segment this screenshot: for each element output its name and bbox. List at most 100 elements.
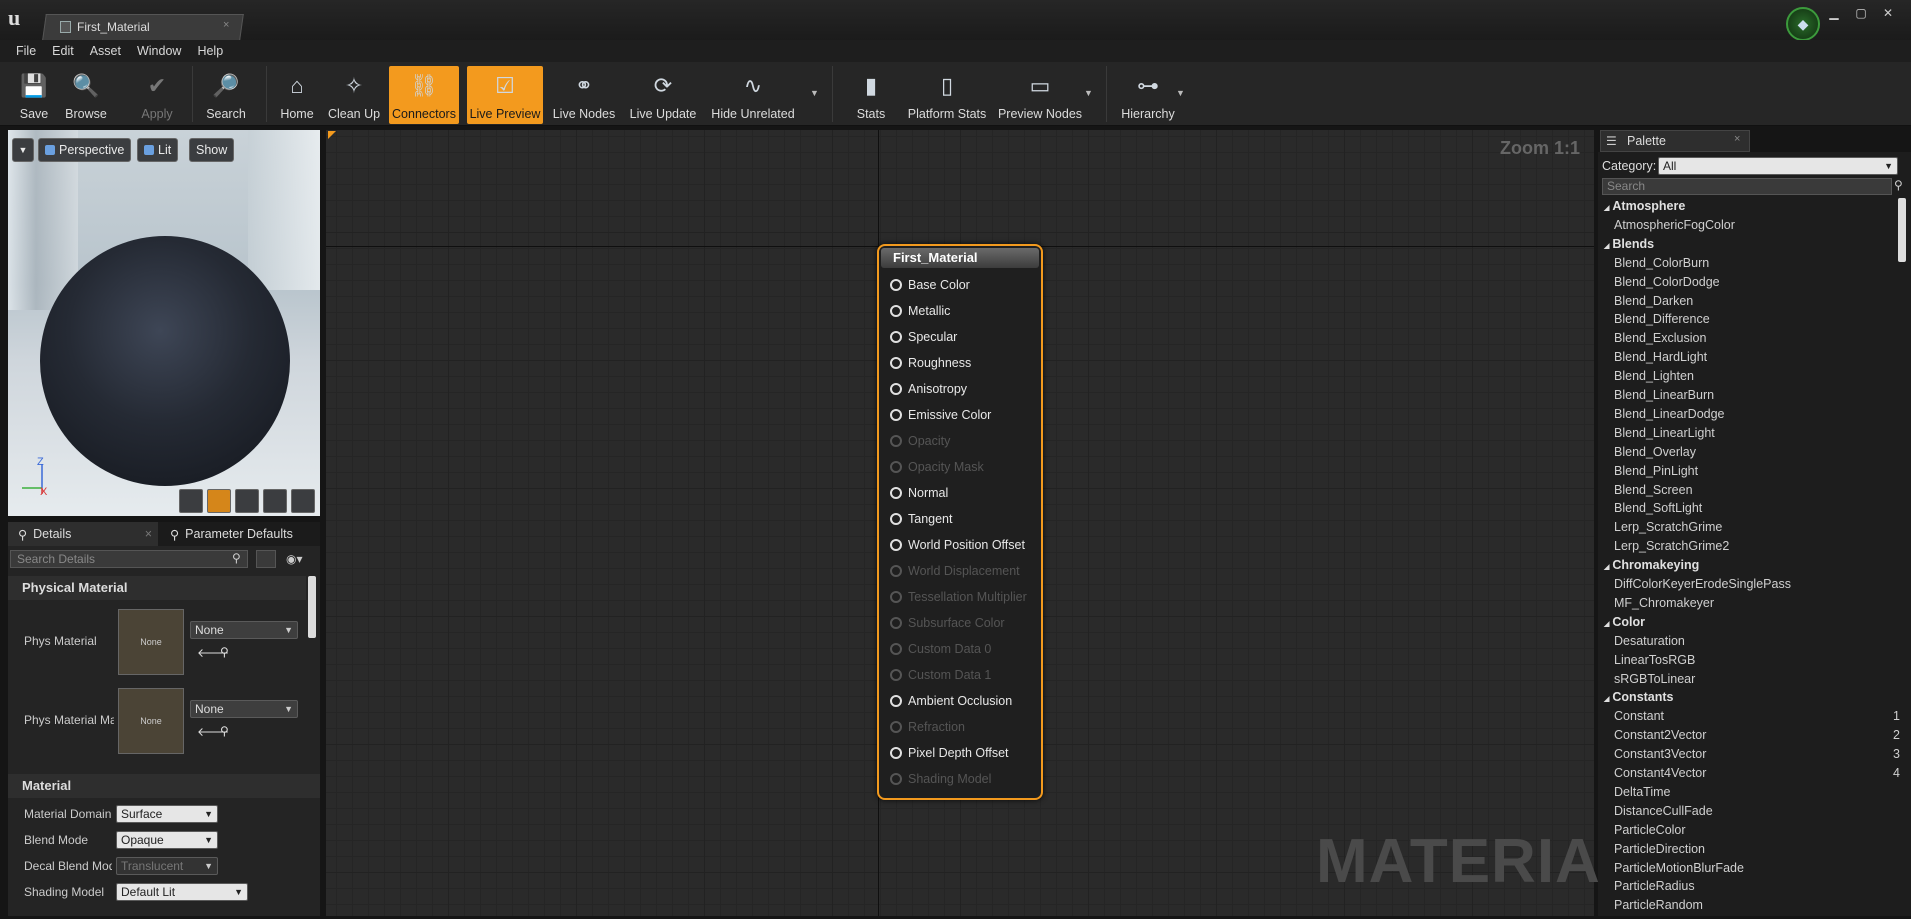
preview-nodes-button[interactable]: ▭ Preview Nodes xyxy=(998,66,1082,124)
details-scrollbar[interactable] xyxy=(308,576,316,638)
pin-connector-icon[interactable] xyxy=(890,773,902,785)
phys-material-map-dropdown[interactable]: None ▼ xyxy=(190,700,298,718)
palette-item[interactable]: Blend_LinearBurn xyxy=(1614,386,1904,405)
hide-unrelated-dropdown-icon[interactable]: ▼ xyxy=(810,88,819,98)
material-domain-dropdown[interactable]: Surface ▼ xyxy=(116,805,218,823)
palette-item[interactable]: DistanceCullFade xyxy=(1614,802,1904,821)
palette-item[interactable]: MF_Chromakeyer xyxy=(1614,594,1904,613)
platform-stats-button[interactable]: ▯ Platform Stats xyxy=(904,66,990,124)
node-input-pin[interactable]: Tessellation Multiplier xyxy=(890,587,1027,607)
palette-item[interactable]: LinearTosRGB xyxy=(1614,651,1904,670)
physical-material-section-header[interactable]: Physical Material xyxy=(8,576,306,600)
node-input-pin[interactable]: World Position Offset xyxy=(890,535,1025,555)
pin-connector-icon[interactable] xyxy=(890,461,902,473)
palette-item[interactable]: Blend_Lighten xyxy=(1614,367,1904,386)
cylinder-shape-button[interactable] xyxy=(179,489,203,513)
palette-item[interactable]: Constant 1 xyxy=(1614,707,1904,726)
palette-item[interactable]: Constant4Vector 4 xyxy=(1614,764,1904,783)
palette-item[interactable]: sRGBToLinear xyxy=(1614,670,1904,689)
browse-asset-icon[interactable]: ⚲ xyxy=(220,724,229,738)
expand-arrow-icon[interactable]: ◢ xyxy=(1604,696,1609,703)
expand-arrow-icon[interactable]: ◢ xyxy=(1604,205,1609,212)
palette-item[interactable]: DeltaTime xyxy=(1614,783,1904,802)
lit-button[interactable]: Lit xyxy=(137,138,179,162)
palette-item[interactable]: Blend_Exclusion xyxy=(1614,329,1904,348)
palette-item[interactable]: Blend_Darken xyxy=(1614,292,1904,311)
palette-item[interactable]: Blend_Overlay xyxy=(1614,443,1904,462)
phys-material-map-thumbnail[interactable]: None xyxy=(118,688,184,754)
minimize-button[interactable]: ▁ xyxy=(1824,6,1844,20)
palette-item[interactable]: Constant2Vector 2 xyxy=(1614,726,1904,745)
pin-connector-icon[interactable] xyxy=(890,721,902,733)
node-input-pin[interactable]: Specular xyxy=(890,327,957,347)
node-input-pin[interactable]: Emissive Color xyxy=(890,405,991,425)
palette-item[interactable]: Blend_LinearLight xyxy=(1614,424,1904,443)
node-input-pin[interactable]: Refraction xyxy=(890,717,965,737)
live-nodes-button[interactable]: ⚭ Live Nodes xyxy=(551,66,617,124)
pin-connector-icon[interactable] xyxy=(890,435,902,447)
palette-item[interactable]: Blend_PinLight xyxy=(1614,462,1904,481)
node-input-pin[interactable]: Subsurface Color xyxy=(890,613,1005,633)
palette-item[interactable]: ParticleDirection xyxy=(1614,840,1904,859)
connectors-button[interactable]: ⛓ Connectors xyxy=(389,66,459,124)
preview-nodes-dropdown-icon[interactable]: ▼ xyxy=(1084,88,1093,98)
palette-category[interactable]: ◢ Atmosphere xyxy=(1604,197,1894,216)
live-preview-button[interactable]: ☑ Live Preview xyxy=(467,66,543,124)
pin-connector-icon[interactable] xyxy=(890,747,902,759)
palette-item[interactable]: ParticleMotionBlurFade xyxy=(1614,859,1904,878)
tab-details[interactable]: ⚲ Details × xyxy=(8,522,158,546)
tab-palette[interactable]: Palette xyxy=(1600,130,1750,152)
pin-connector-icon[interactable] xyxy=(890,357,902,369)
blend-mode-dropdown[interactable]: Opaque ▼ xyxy=(116,831,218,849)
sphere-shape-button[interactable] xyxy=(207,489,231,513)
pin-connector-icon[interactable] xyxy=(890,487,902,499)
palette-item[interactable]: AtmosphericFogColor xyxy=(1614,216,1904,235)
view-options-grid-icon[interactable] xyxy=(256,550,276,568)
palette-category[interactable]: ◢ Constants xyxy=(1604,688,1894,707)
palette-item[interactable]: Lerp_ScratchGrime2 xyxy=(1614,537,1904,556)
menu-asset[interactable]: Asset xyxy=(82,44,129,58)
menu-help[interactable]: Help xyxy=(189,44,231,58)
pin-connector-icon[interactable] xyxy=(890,617,902,629)
node-input-pin[interactable]: Anisotropy xyxy=(890,379,967,399)
plane-shape-button[interactable] xyxy=(235,489,259,513)
palette-category[interactable]: ◢ Color xyxy=(1604,613,1894,632)
node-input-pin[interactable]: Normal xyxy=(890,483,948,503)
palette-item[interactable]: Lerp_ScratchGrime xyxy=(1614,518,1904,537)
pin-connector-icon[interactable] xyxy=(890,695,902,707)
palette-item[interactable]: Blend_ColorDodge xyxy=(1614,273,1904,292)
palette-item[interactable]: Blend_Difference xyxy=(1614,310,1904,329)
node-input-pin[interactable]: Base Color xyxy=(890,275,970,295)
palette-item[interactable]: ParticleRandom xyxy=(1614,896,1904,915)
node-input-pin[interactable]: World Displacement xyxy=(890,561,1020,581)
node-input-pin[interactable]: Tangent xyxy=(890,509,952,529)
node-input-pin[interactable]: Opacity Mask xyxy=(890,457,984,477)
hide-unrelated-button[interactable]: ∿ Hide Unrelated xyxy=(710,66,796,124)
close-window-button[interactable]: ✕ xyxy=(1878,6,1898,20)
viewport-options-button[interactable]: ▼ xyxy=(12,138,34,162)
help-icon[interactable]: ◆ xyxy=(1786,7,1820,41)
menu-window[interactable]: Window xyxy=(129,44,189,58)
cube-shape-button[interactable] xyxy=(263,489,287,513)
stats-button[interactable]: ▮ Stats xyxy=(848,66,894,124)
custom-mesh-button[interactable] xyxy=(291,489,315,513)
pin-connector-icon[interactable] xyxy=(890,331,902,343)
eye-icon[interactable]: ◉▾ xyxy=(286,552,303,566)
node-input-pin[interactable]: Pixel Depth Offset xyxy=(890,743,1009,763)
shading-model-dropdown[interactable]: Default Lit ▼ xyxy=(116,883,248,901)
node-input-pin[interactable]: Custom Data 1 xyxy=(890,665,991,685)
browse-asset-icon[interactable]: ⚲ xyxy=(220,645,229,659)
pin-connector-icon[interactable] xyxy=(890,643,902,655)
pin-connector-icon[interactable] xyxy=(890,539,902,551)
live-update-button[interactable]: ⟳ Live Update xyxy=(628,66,698,124)
palette-category[interactable]: ◢ Blends xyxy=(1604,235,1894,254)
save-button[interactable]: 💾 Save xyxy=(12,66,56,124)
expand-arrow-icon[interactable]: ◢ xyxy=(1604,564,1609,571)
palette-item[interactable]: Constant3Vector 3 xyxy=(1614,745,1904,764)
close-tab-icon[interactable]: × xyxy=(223,19,235,33)
preview-viewport[interactable] xyxy=(8,130,320,516)
browse-button[interactable]: 🔍 Browse xyxy=(60,66,112,124)
palette-item[interactable]: Blend_SoftLight xyxy=(1614,499,1904,518)
close-icon[interactable]: × xyxy=(145,527,152,541)
expand-arrow-icon[interactable]: ◢ xyxy=(1604,621,1609,628)
